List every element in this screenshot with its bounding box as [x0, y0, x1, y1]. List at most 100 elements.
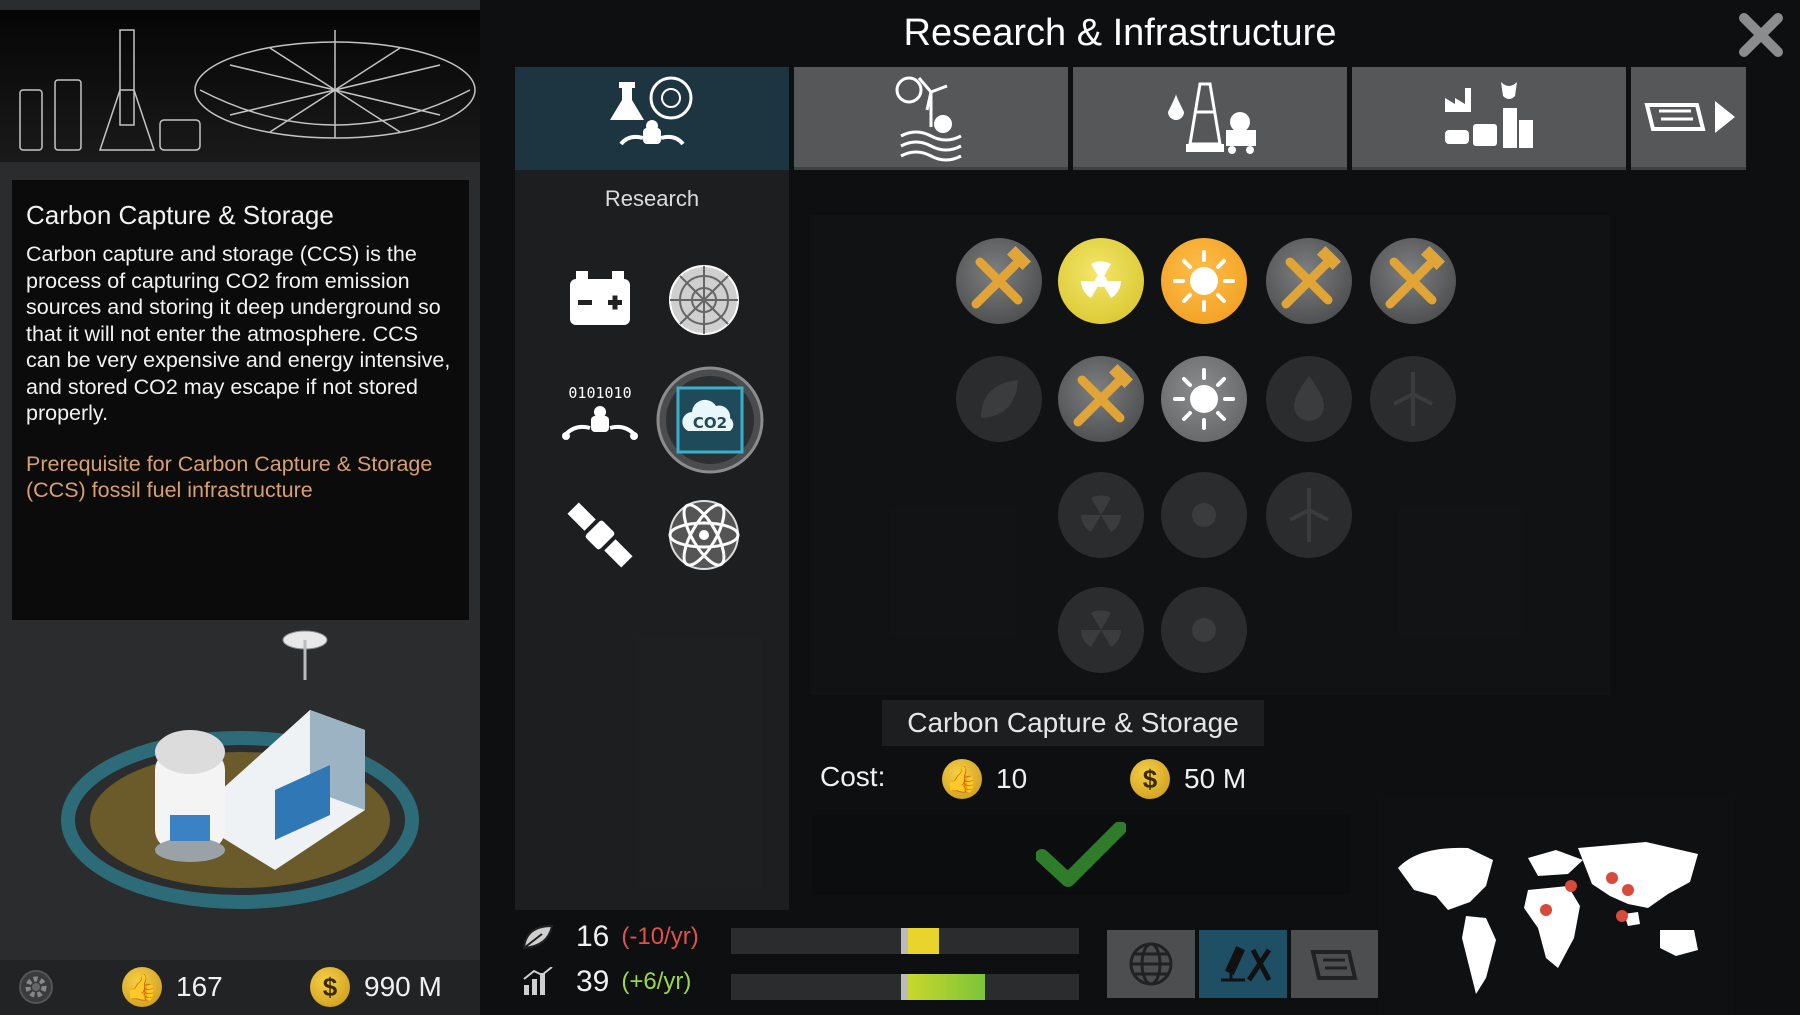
money-dollar-icon: $ [1130, 759, 1170, 799]
development-value: 39 [576, 965, 610, 998]
tab-fossil-fuel[interactable] [1073, 67, 1347, 170]
cost-approval-value: 10 [996, 763, 1028, 794]
tech-node-solar-2[interactable] [1161, 356, 1247, 442]
tech-node-nuclear-1[interactable] [1058, 238, 1144, 324]
cost-row: Cost: 👍 10 $ 50 M [810, 755, 1370, 805]
robotics-ai-icon: 0101010 [562, 384, 638, 440]
research-item-nanomaterial[interactable] [659, 255, 749, 345]
tech-node-solar-1[interactable] [1161, 238, 1247, 324]
tech-node-tools-3[interactable] [1370, 238, 1456, 324]
info-title: Carbon Capture & Storage [26, 200, 334, 230]
research-tools-icon [1221, 945, 1272, 982]
research-item-atom[interactable] [659, 490, 749, 580]
emissions-value: 16 [576, 920, 610, 953]
globe-view-button[interactable] [1107, 930, 1195, 998]
radiation-icon [1081, 610, 1121, 647]
hammer-wrench-icon [1385, 245, 1446, 309]
fossil-fuel-tab-icon [1168, 82, 1256, 154]
money-value: 990 M [364, 971, 442, 1002]
cost-approval: 👍 10 [942, 759, 1027, 799]
player-money: $ 990 M [310, 967, 442, 1007]
atom-icon [668, 500, 740, 570]
policy-view-button[interactable] [1291, 930, 1379, 998]
growth-chart-icon [523, 967, 553, 995]
wind-turbine-icon [1393, 372, 1433, 426]
tech-node-leaf-locked[interactable] [956, 356, 1042, 442]
battery-icon [570, 271, 630, 325]
close-icon [1739, 13, 1783, 57]
building-illustration [60, 620, 430, 920]
info-panel: Carbon Capture & Storage Carbon capture … [12, 180, 469, 620]
research-tab-icon [610, 76, 693, 146]
development-delta: (+6/yr) [621, 968, 692, 995]
cost-label: Cost: [820, 761, 886, 792]
tab-research[interactable] [515, 67, 789, 170]
left-panel: Carbon Capture & Storage Carbon capture … [0, 0, 480, 1015]
radiation-icon [1081, 495, 1121, 532]
tech-node-tools-2[interactable] [1266, 238, 1352, 324]
view-switcher [1107, 930, 1383, 998]
svg-text:0101010: 0101010 [568, 384, 631, 402]
tech-node-tools-1[interactable] [956, 238, 1042, 324]
checkmark-icon [1036, 822, 1126, 887]
approval-value: 167 [176, 971, 223, 1002]
leaf-icon [981, 380, 1018, 418]
nanomaterial-icon [669, 265, 739, 335]
cost-money-value: 50 M [1184, 763, 1247, 794]
research-hero-image [0, 10, 480, 162]
sun-icon [1173, 368, 1235, 430]
leaf-icon [522, 924, 554, 950]
development-bar-midpoint [901, 974, 908, 1000]
confirm-purchase-button[interactable] [812, 815, 1350, 895]
sun-icon [1173, 250, 1235, 312]
info-prerequisite: Prerequisite for Carbon Capture & Storag… [26, 451, 433, 503]
development-bar [731, 974, 1079, 1000]
emissions-bar-fill [908, 928, 939, 954]
hammer-wrench-icon [1281, 245, 1342, 309]
policy-scroll-icon [1310, 950, 1358, 980]
tech-node-nuclear-locked-2[interactable] [1058, 587, 1144, 673]
cost-money: $ 50 M [1130, 759, 1246, 799]
research-item-battery[interactable] [555, 255, 645, 345]
close-button[interactable] [1738, 12, 1784, 58]
approval-thumbs-up-icon: 👍 [942, 759, 982, 799]
emissions-metric: 16 (-10/yr) [520, 920, 699, 954]
research-item-robotics[interactable]: 0101010 [555, 370, 645, 460]
tech-node-tools-4[interactable] [1058, 356, 1144, 442]
radiation-icon [1081, 261, 1121, 298]
player-status-bar: 👍 167 $ 990 M [0, 960, 480, 1015]
development-metric: 39 (+6/yr) [520, 965, 691, 999]
tech-node-nuclear-locked-1[interactable] [1058, 472, 1144, 558]
emissions-delta: (-10/yr) [621, 923, 699, 950]
co2-capture-icon: CO2 [656, 366, 764, 474]
tech-node-wind-locked-2[interactable] [1266, 472, 1352, 558]
category-tabs [515, 67, 1751, 170]
research-view-button[interactable] [1199, 930, 1287, 998]
settings-gear-icon[interactable] [18, 969, 54, 1005]
world-minimap[interactable] [1378, 798, 1734, 1015]
industry-tab-icon [1445, 82, 1533, 148]
satellite-icon [567, 502, 633, 568]
emissions-bar-midpoint [901, 928, 908, 954]
wind-turbine-icon [1289, 488, 1329, 542]
renewable-energy-tab-icon [895, 76, 962, 162]
research-list-panel: Research 0101010 CO2 [515, 170, 789, 910]
tech-node-solar-locked-1[interactable] [1161, 472, 1247, 558]
tech-node-hydro-locked[interactable] [1266, 356, 1352, 442]
sun-icon [1192, 503, 1216, 527]
tab-renewable-energy[interactable] [794, 67, 1068, 170]
sun-icon [1192, 618, 1216, 642]
research-item-co2-capture[interactable]: CO2 [655, 365, 765, 475]
info-description: Carbon capture and storage (CCS) is the … [26, 242, 451, 425]
tech-node-wind-locked[interactable] [1370, 356, 1456, 442]
co2-label: CO2 [693, 414, 727, 432]
research-label: Research [604, 186, 700, 211]
tech-node-solar-locked-2[interactable] [1161, 587, 1247, 673]
page-title: Research & Infrastructure [903, 12, 1337, 54]
player-approval: 👍 167 [122, 967, 223, 1007]
development-bar-fill [908, 974, 985, 1000]
tab-policy-next[interactable] [1631, 67, 1746, 170]
tab-industry[interactable] [1352, 67, 1626, 170]
money-dollar-icon: $ [310, 967, 350, 1007]
research-item-satellite[interactable] [555, 490, 645, 580]
